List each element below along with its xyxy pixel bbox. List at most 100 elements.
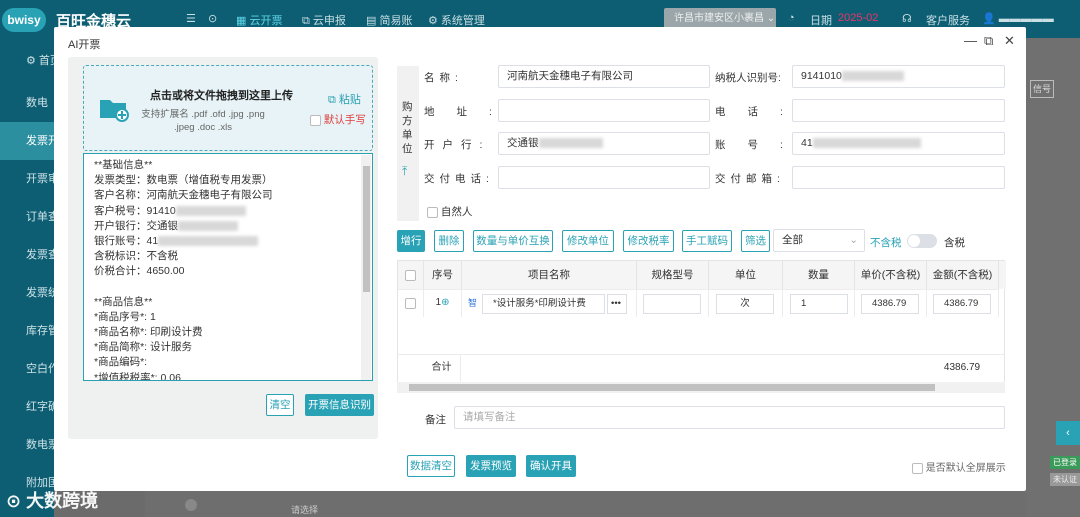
recognize-button[interactable]: 开票信息识别 — [305, 394, 374, 416]
textarea-scroll-thumb[interactable] — [363, 166, 370, 292]
upload-extensions: 支持扩展名 .pdf .ofd .jpg .png .jpeg .doc .xl… — [141, 109, 265, 133]
natural-person-checkbox[interactable]: 自然人 — [427, 204, 472, 219]
text-line: *商品简称*: 设计服务 — [94, 341, 193, 354]
checkbox-icon — [912, 462, 923, 474]
invoice-preview-button[interactable]: 发票预览 — [466, 455, 516, 477]
delivery-phone-input[interactable] — [498, 166, 710, 189]
sidebar-item-orders[interactable]: 订单查 — [0, 198, 54, 236]
date-label: 日期 — [810, 15, 832, 27]
tax-id-input[interactable]: 9141010 — [792, 65, 1005, 88]
sidebar-item-review[interactable]: 开票审 — [0, 160, 54, 198]
add-circle-icon[interactable]: ⊕ — [441, 297, 449, 308]
price-input[interactable]: 4386.79 — [861, 294, 919, 314]
text-line: *商品编码*: — [94, 356, 148, 369]
maximize-icon[interactable]: ⧉ — [984, 33, 993, 49]
table-horizontal-scrollbar[interactable] — [397, 382, 1005, 393]
bg-right-button[interactable]: 信号 — [1030, 80, 1054, 98]
upload-arrow-icon[interactable]: ⤒ — [402, 164, 407, 179]
user-icon[interactable]: 👤 ▬▬▬▬▬ — [982, 12, 1054, 25]
filter-button[interactable]: 筛选 — [741, 230, 770, 252]
header-select-all[interactable] — [398, 261, 424, 289]
account-input[interactable]: 41 — [792, 132, 1005, 155]
customer-service[interactable]: 客户服务 — [926, 12, 970, 28]
menu-icon[interactable]: ☰ — [186, 12, 196, 25]
text-line — [94, 280, 362, 295]
delivery-email-input[interactable] — [792, 166, 1005, 189]
text-line: 发票类型：数电票（增值税专用发票） — [94, 174, 273, 187]
nav-cloud-declare[interactable]: ⧉ 云申报 — [302, 12, 346, 28]
upload-area[interactable]: 点击或将文件拖拽到这里上传 支持扩展名 .pdf .ofd .jpg .png … — [83, 65, 373, 151]
header-index: 序号 — [424, 261, 462, 289]
buyer-section-label: 购方单位 ⤒ — [397, 66, 419, 221]
date-value[interactable]: 2025-02 — [838, 12, 878, 24]
spec-input[interactable] — [643, 294, 701, 314]
tax-toggle[interactable] — [907, 234, 937, 248]
text-line: *商品名称*: 印刷设计费 — [94, 326, 203, 339]
change-rate-button[interactable]: 修改税率 — [623, 230, 674, 252]
paste-button[interactable]: ⧉ 粘贴 — [328, 91, 361, 107]
sidebar-item-blank[interactable]: 空白作 — [0, 350, 54, 388]
fullscreen-checkbox[interactable]: 是否默认全屏展示 — [912, 459, 1006, 474]
close-icon[interactable]: ✕ — [1004, 33, 1015, 49]
text-line: **商品信息** — [94, 295, 153, 308]
nav-simple-ledger[interactable]: ▤ 简易账 — [366, 12, 412, 28]
header-price: 单价(不含税) — [855, 261, 927, 289]
item-name-input[interactable]: *设计服务*印刷设计费 — [482, 294, 605, 314]
collapse-icon[interactable]: ‹ — [1056, 421, 1080, 445]
row-index: 1⊕ — [424, 289, 462, 317]
confirm-issue-button[interactable]: 确认开具 — [526, 455, 576, 477]
unit-input[interactable]: 次 — [716, 294, 774, 314]
smart-tag: 智 — [468, 298, 478, 308]
left-panel: 点击或将文件拖拽到这里上传 支持扩展名 .pdf .ofd .jpg .png … — [68, 57, 378, 439]
manual-code-button[interactable]: 手工赋码 — [682, 230, 732, 252]
table-scroll-thumb[interactable] — [409, 384, 935, 391]
delete-button[interactable]: 删除 — [434, 230, 464, 252]
background-bottom: 请选择 — [145, 491, 1026, 517]
clear-button[interactable]: 清空 — [266, 394, 294, 416]
filter-select[interactable]: 全部 ⌄ — [773, 229, 865, 252]
phone-input[interactable] — [792, 99, 1005, 122]
clock-icon: ◔ — [788, 12, 795, 24]
checkbox-icon — [405, 269, 416, 281]
swap-qty-price-button[interactable]: 数量与单价互换 — [473, 230, 553, 252]
row-unit-cell: 次 — [709, 289, 783, 317]
remark-input[interactable]: 请填写备注 — [454, 406, 1005, 429]
nav-cloud-invoice[interactable]: ▦ 云开票 — [236, 12, 282, 28]
row-checkbox-cell[interactable] — [398, 289, 424, 317]
sidebar-item-stock[interactable]: 库存管 — [0, 312, 54, 350]
sidebar-item-issue[interactable]: 发票开 — [0, 122, 54, 160]
row-qty-cell: 1 — [783, 289, 855, 317]
remark-label: 备注 — [425, 414, 446, 426]
qty-input[interactable]: 1 — [790, 294, 848, 314]
buyer-label: 购方单位 — [402, 101, 413, 155]
more-icon[interactable]: ••• — [607, 294, 627, 314]
sidebar-item-query[interactable]: 发票查 — [0, 236, 54, 274]
add-row-button[interactable]: 增行 — [397, 230, 425, 252]
sidebar-item-digital[interactable]: 数电 — [0, 84, 54, 122]
recognition-textarea[interactable]: **基础信息** 发票类型：数电票（增值税专用发票） 客户名称：河南航天金穗电子… — [83, 153, 373, 381]
sidebar-item-stats[interactable]: 发票统 — [0, 274, 54, 312]
text-line: *商品序号*: 1 — [94, 310, 156, 323]
bg-select[interactable]: 请选择 — [291, 503, 318, 516]
sidebar-item-einvoice[interactable]: 数电票 — [0, 426, 54, 464]
name-input[interactable]: 河南航天金穗电子有限公司 — [498, 65, 710, 88]
bg-radio[interactable] — [185, 499, 197, 511]
bank-input[interactable]: 交通银 — [498, 132, 710, 155]
header-extra — [999, 261, 1006, 289]
nav-system[interactable]: ⚙ 系统管理 — [428, 12, 485, 28]
address-input[interactable] — [498, 99, 710, 122]
header-qty: 数量 — [783, 261, 855, 289]
text-line: 开户银行：交通银 — [94, 219, 362, 234]
default-handwrite-checkbox[interactable]: 默认手写 — [310, 112, 366, 127]
data-clear-button[interactable]: 数据清空 — [407, 455, 455, 477]
status-badge-login: 已登录 — [1050, 456, 1080, 469]
amount-input[interactable]: 4386.79 — [933, 294, 991, 314]
sidebar-item-red[interactable]: 红字确 — [0, 388, 54, 426]
dashboard-icon[interactable]: ⊙ — [208, 12, 217, 25]
row-amount-cell: 4386.79 — [927, 289, 999, 317]
sidebar-item-home[interactable]: ⚙ 首页 — [0, 42, 54, 80]
minimize-icon[interactable]: — — [964, 33, 977, 48]
delivery-email-label: 交付邮箱: — [715, 173, 785, 185]
sum-divider — [397, 354, 1005, 355]
change-unit-button[interactable]: 修改单位 — [562, 230, 614, 252]
